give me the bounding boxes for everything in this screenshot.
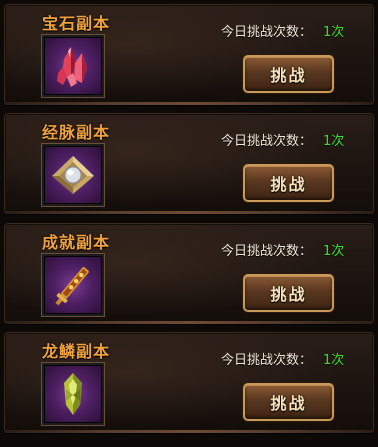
attempts-count: 1次 [323, 134, 345, 149]
challenge-button[interactable]: 挑战 [243, 55, 334, 93]
dragon-scale-icon [42, 363, 104, 425]
dungeon-title: 成就副本 [42, 233, 111, 252]
pearl-on-plate-icon-graphic [52, 156, 94, 194]
challenge-button[interactable]: 挑战 [243, 383, 334, 421]
golden-scepter-icon-graphic [55, 267, 89, 306]
red-crystal-gem-icon-graphic [57, 47, 87, 87]
dungeon-row-dragon-scale: 龙鳞副本 今日挑战次数： 1次 挑战 [4, 332, 374, 433]
golden-scepter-icon [42, 254, 104, 316]
attempts-count: 1次 [323, 353, 345, 368]
attempts-label: 今日挑战次数： [221, 244, 313, 259]
challenge-button[interactable]: 挑战 [243, 274, 334, 312]
attempts-count: 1次 [323, 244, 345, 259]
dragon-scale-icon-graphic [64, 373, 82, 415]
dungeon-title: 宝石副本 [42, 14, 111, 33]
dungeon-row-achievement: 成就副本 今日挑战次数： 1次 挑战 [4, 223, 374, 324]
attempts-label: 今日挑战次数： [221, 25, 313, 40]
dungeon-title: 经脉副本 [42, 123, 111, 142]
dungeon-title: 龙鳞副本 [42, 342, 111, 361]
attempts-label: 今日挑战次数： [221, 353, 313, 368]
attempts-label: 今日挑战次数： [221, 134, 313, 149]
dungeon-row-meridian: 经脉副本 今日挑战次数： 1次 挑战 [4, 113, 374, 214]
dungeon-row-gem: 宝石副本 今日挑战次数： 1次 挑战 [4, 4, 374, 105]
red-crystal-gem-icon [42, 35, 104, 97]
dungeon-list-panel: 宝石副本 今日挑战次数： 1次 挑战 经脉副本 今日挑战次数： 1次 挑战 成就… [0, 0, 378, 447]
challenge-button[interactable]: 挑战 [243, 164, 334, 202]
pearl-on-plate-icon [42, 144, 104, 206]
attempts-count: 1次 [323, 25, 345, 40]
